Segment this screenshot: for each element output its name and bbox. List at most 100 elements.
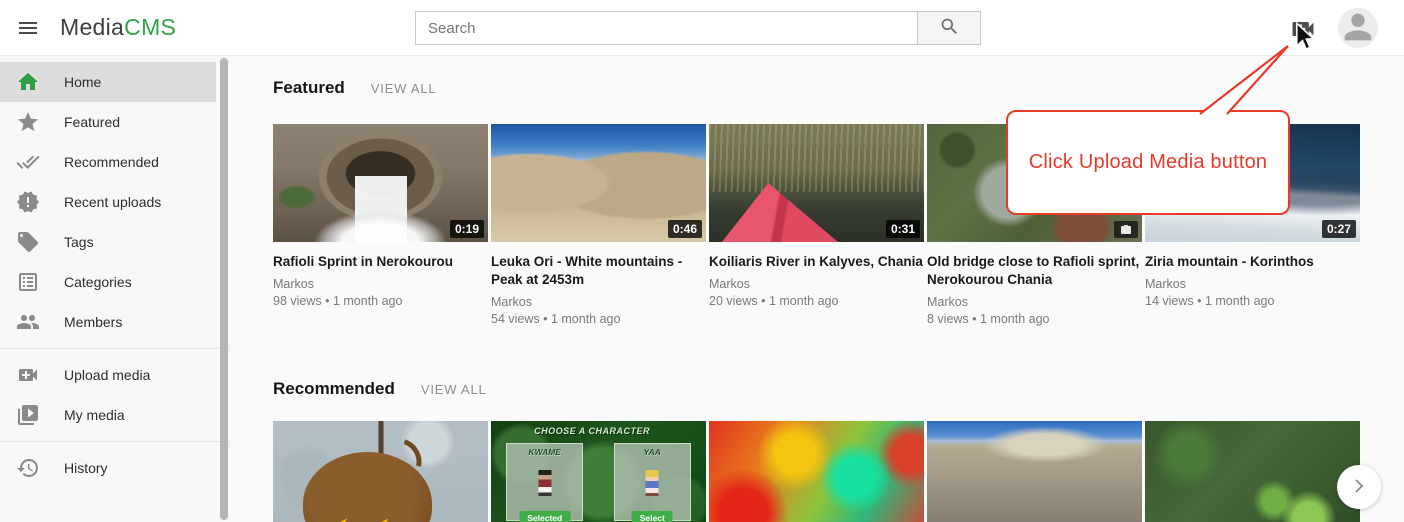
members-icon <box>16 310 40 334</box>
search-bar <box>415 11 981 45</box>
featured-section-header: Featured VIEW ALL <box>273 78 436 98</box>
media-meta: 54 views • 1 month ago <box>491 311 706 328</box>
hamburger-menu-button[interactable] <box>14 16 42 40</box>
media-title[interactable]: Old bridge close to Rafioli sprint, Nero… <box>927 253 1142 289</box>
sidebar-item-recommended[interactable]: Recommended <box>0 142 216 182</box>
recommended-section-header: Recommended VIEW ALL <box>273 379 487 399</box>
sidebar-item-label: Recommended <box>64 154 159 170</box>
sidebar-item-history[interactable]: History <box>0 448 216 488</box>
duration-badge: 0:19 <box>450 220 484 238</box>
carousel-next-button[interactable] <box>1337 465 1381 509</box>
media-title[interactable]: Rafioli Sprint in Nerokourou <box>273 253 488 271</box>
media-meta: 14 views • 1 month ago <box>1145 293 1360 310</box>
media-card: CHOOSE A CHARACTER KWAME Selected YAA Se… <box>491 421 706 522</box>
media-title[interactable]: Ziria mountain - Korinthos <box>1145 253 1360 271</box>
sidebar: Home Featured Recommended Recent uploads… <box>0 56 230 522</box>
media-meta: 20 views • 1 month ago <box>709 293 924 310</box>
section-title-recommended: Recommended <box>273 379 395 399</box>
video-thumbnail-leuka-ori[interactable]: 0:46 <box>491 124 706 242</box>
logo-media: Media <box>60 14 124 40</box>
logo-cms: CMS <box>124 14 176 40</box>
callout-pointer <box>1180 42 1300 116</box>
sidebar-item-recent-uploads[interactable]: Recent uploads <box>0 182 216 222</box>
sidebar-item-my-media[interactable]: My media <box>0 395 216 435</box>
recommended-row: CHOOSE A CHARACTER KWAME Selected YAA Se… <box>273 421 1360 522</box>
media-card: 0:19 Rafioli Sprint in Nerokourou Markos… <box>273 124 488 328</box>
recommended-view-all-link[interactable]: VIEW ALL <box>421 382 487 397</box>
media-author[interactable]: Markos <box>927 294 1142 311</box>
star-icon <box>16 110 40 134</box>
video-thumbnail-character-game[interactable]: CHOOSE A CHARACTER KWAME Selected YAA Se… <box>491 421 706 522</box>
callout-tooltip: Click Upload Media button <box>1006 110 1290 215</box>
game-character-sprite <box>538 470 551 496</box>
sidebar-item-label: Featured <box>64 114 120 130</box>
sidebar-group-media: Upload media My media <box>0 348 230 441</box>
user-avatar-icon <box>1338 8 1378 48</box>
done-all-icon <box>16 150 40 174</box>
sidebar-item-label: Categories <box>64 274 132 290</box>
sidebar-item-label: Members <box>64 314 122 330</box>
duration-badge: 0:31 <box>886 220 920 238</box>
video-library-icon <box>16 403 40 427</box>
game-character-panel: KWAME Selected <box>506 443 583 521</box>
media-card: 0:31 Koiliaris River in Kalyves, Chania … <box>709 124 924 328</box>
callout-text: Click Upload Media button <box>1029 151 1267 174</box>
sidebar-item-label: History <box>64 460 108 476</box>
media-author[interactable]: Markos <box>709 276 924 293</box>
game-character-name: KWAME <box>507 447 582 457</box>
tag-icon <box>16 230 40 254</box>
media-title[interactable]: Leuka Ori - White mountains - Peak at 24… <box>491 253 706 289</box>
hamburger-icon <box>16 28 40 43</box>
sidebar-item-categories[interactable]: Categories <box>0 262 216 302</box>
game-character-sprite <box>646 470 659 496</box>
home-icon <box>16 70 40 94</box>
search-input[interactable] <box>416 12 917 44</box>
sidebar-item-label: Tags <box>64 234 94 250</box>
duration-badge: 0:27 <box>1322 220 1356 238</box>
media-author[interactable]: Markos <box>1145 276 1360 293</box>
media-author[interactable]: Markos <box>491 294 706 311</box>
sidebar-item-featured[interactable]: Featured <box>0 102 216 142</box>
media-card <box>1145 421 1360 522</box>
game-character-name: YAA <box>615 447 690 457</box>
history-icon <box>16 456 40 480</box>
sidebar-item-tags[interactable]: Tags <box>0 222 216 262</box>
video-thumbnail-abstract-colors[interactable] <box>709 421 924 522</box>
new-releases-icon <box>16 190 40 214</box>
media-card: 0:46 Leuka Ori - White mountains - Peak … <box>491 124 706 328</box>
media-author[interactable]: Markos <box>273 276 488 293</box>
video-thumbnail-green-leaves[interactable] <box>1145 421 1360 522</box>
game-selected-button: Selected <box>519 511 570 522</box>
camera-icon <box>1114 221 1138 238</box>
media-card <box>709 421 924 522</box>
search-button[interactable] <box>917 12 980 44</box>
sidebar-item-members[interactable]: Members <box>0 302 216 342</box>
video-thumbnail-koiliaris-river[interactable]: 0:31 <box>709 124 924 242</box>
duration-badge: 0:46 <box>668 220 702 238</box>
mouse-cursor <box>1295 22 1315 52</box>
sidebar-item-label: Home <box>64 74 101 90</box>
game-character-panel: YAA Select <box>614 443 691 521</box>
chevron-right-icon <box>1347 474 1371 501</box>
media-card <box>273 421 488 522</box>
sidebar-scrollbar[interactable] <box>220 58 228 520</box>
game-heading-text: CHOOSE A CHARACTER <box>491 426 693 436</box>
sidebar-item-label: Recent uploads <box>64 194 161 210</box>
video-thumbnail-rocky-mountain[interactable] <box>927 421 1142 522</box>
featured-view-all-link[interactable]: VIEW ALL <box>371 81 437 96</box>
sidebar-item-upload-media[interactable]: Upload media <box>0 355 216 395</box>
app-logo[interactable]: MediaCMS <box>60 14 176 41</box>
video-call-icon <box>16 363 40 387</box>
categories-icon <box>16 270 40 294</box>
video-thumbnail-pumpkin-craft[interactable] <box>273 421 488 522</box>
magnifier-icon <box>939 16 960 40</box>
user-avatar[interactable] <box>1338 8 1378 48</box>
sidebar-item-home[interactable]: Home <box>0 62 216 102</box>
mediacms-app: MediaCMS Home <box>0 0 1404 522</box>
media-title[interactable]: Koiliaris River in Kalyves, Chania <box>709 253 924 271</box>
media-meta: 8 views • 1 month ago <box>927 311 1142 328</box>
sidebar-item-label: Upload media <box>64 367 150 383</box>
video-thumbnail-rafioli-sprint[interactable]: 0:19 <box>273 124 488 242</box>
section-title-featured: Featured <box>273 78 345 98</box>
media-meta: 98 views • 1 month ago <box>273 293 488 310</box>
